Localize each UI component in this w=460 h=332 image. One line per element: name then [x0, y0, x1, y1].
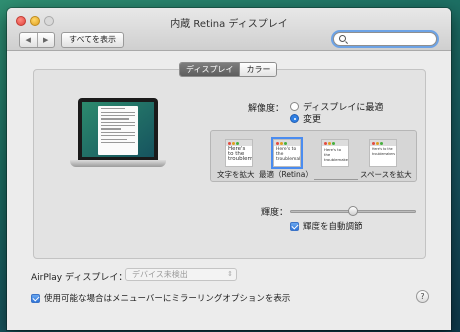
laptop-screen — [82, 102, 154, 157]
scale-label-best: 最適（Retina） — [259, 170, 313, 179]
scale-divider — [314, 179, 358, 180]
mirroring-label: 使用可能な場合はメニューバーにミラーリングオプションを表示 — [44, 294, 291, 304]
airplay-select[interactable]: デバイス未検出 ⇕ — [125, 268, 237, 281]
slider-knob[interactable] — [348, 206, 358, 216]
brightness-label: 輝度： — [261, 208, 289, 218]
radio-selected-icon — [290, 114, 299, 123]
help-icon[interactable]: ? — [416, 290, 429, 303]
auto-brightness-label: 輝度を自動調節 — [303, 222, 363, 232]
scale-label-more-space: スペースを拡大 — [360, 170, 412, 179]
resolution-label: 解像度： — [248, 104, 285, 114]
tab-color[interactable]: カラー — [239, 63, 277, 76]
chevron-updown-icon: ⇕ — [227, 270, 233, 278]
search-icon — [339, 35, 346, 42]
mirroring-checkbox[interactable]: 使用可能な場合はメニューバーにミラーリングオプションを表示 — [31, 292, 290, 304]
checkmark-icon — [290, 221, 299, 231]
title-bar: 内蔵 Retina ディスプレイ ◀ ▶ すべてを表示 — [7, 8, 451, 51]
macbook-illustration — [70, 98, 166, 172]
forward-icon[interactable]: ▶ — [36, 33, 55, 47]
preferences-window: 内蔵 Retina ディスプレイ ◀ ▶ すべてを表示 解像度： ディスプレイに… — [7, 8, 451, 330]
scale-option-larger-text[interactable]: Here's to the troublemakers — [225, 139, 253, 167]
laptop-lid — [78, 98, 158, 160]
radio-scaled[interactable]: 変更 — [290, 112, 321, 125]
airplay-value: デバイス未検出 — [132, 270, 188, 279]
brightness-slider[interactable] — [290, 206, 416, 216]
search-input[interactable] — [349, 33, 429, 45]
document-window-image — [98, 106, 138, 155]
back-icon[interactable]: ◀ — [20, 33, 37, 47]
auto-brightness-checkbox[interactable]: 輝度を自動調節 — [290, 220, 363, 232]
tab-display[interactable]: ディスプレイ — [180, 63, 240, 76]
airplay-label: AirPlay ディスプレイ： — [31, 273, 128, 283]
scale-options-box: Here's to the troublemakers Here's to th… — [210, 130, 417, 182]
display-panel: 解像度： ディスプレイに最適 変更 Here's to the troublem… — [33, 69, 426, 259]
tab-bar: ディスプレイ カラー — [179, 62, 278, 77]
scale-option-more-space[interactable]: Here's to the troublemakers — [369, 139, 397, 167]
scale-option-best[interactable]: Here's to the troublemakers — [271, 137, 303, 169]
radio-icon — [290, 102, 299, 111]
window-title: 内蔵 Retina ディスプレイ — [170, 19, 288, 30]
nav-buttons: ◀ ▶ — [19, 32, 55, 48]
show-all-button[interactable]: すべてを表示 — [61, 32, 124, 48]
radio-scaled-label: 変更 — [303, 115, 322, 125]
scale-label-larger-text: 文字を拡大 — [217, 170, 255, 179]
scale-option-3[interactable]: Here's to the troublemakers — [321, 139, 349, 167]
laptop-base — [70, 160, 166, 167]
checkmark-icon — [31, 293, 40, 303]
search-field[interactable] — [333, 32, 437, 46]
